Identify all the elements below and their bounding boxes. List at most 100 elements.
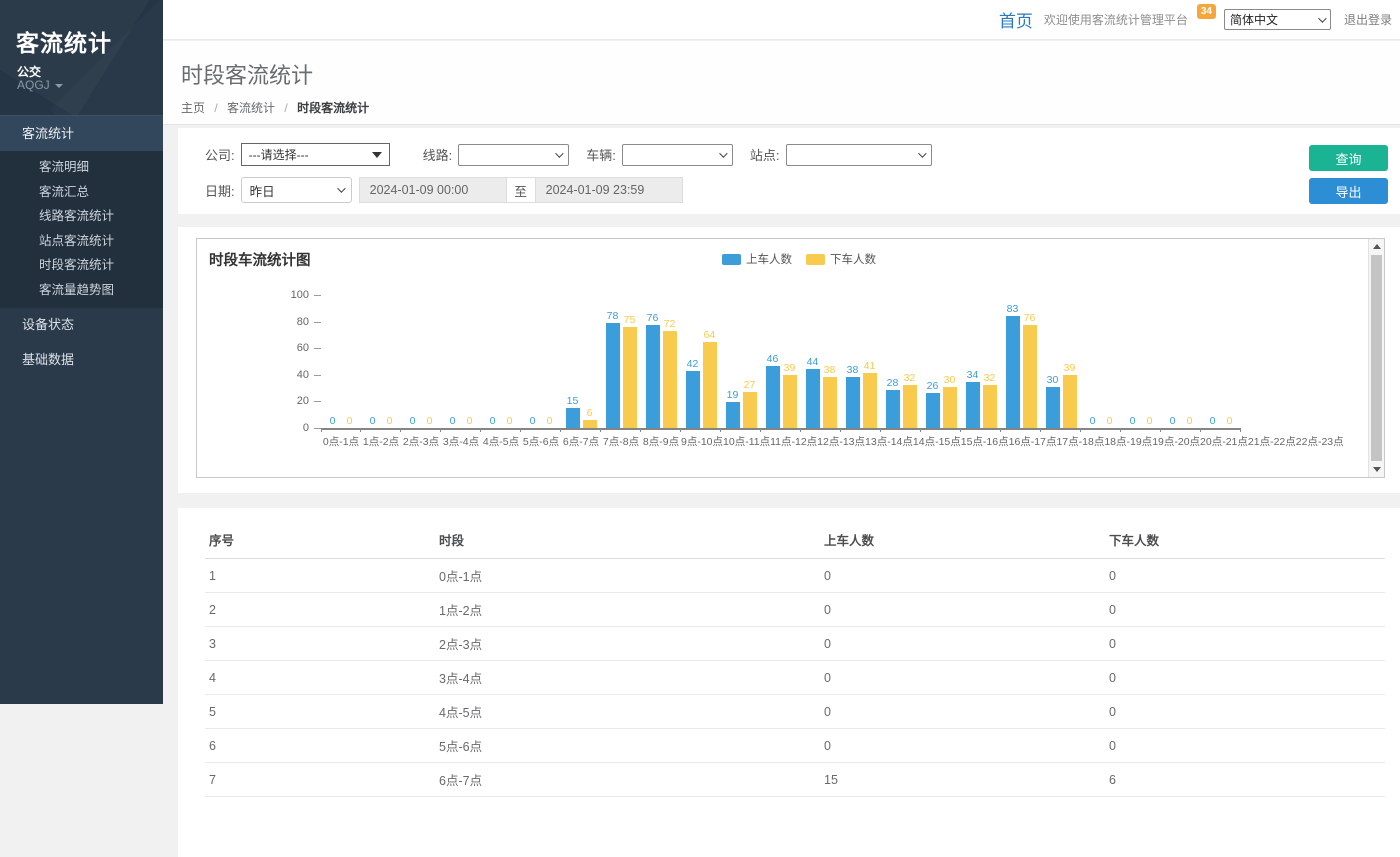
sidebar-subitem-4[interactable]: 时段客流统计 — [0, 253, 163, 278]
sidebar-subitem-1[interactable]: 客流汇总 — [0, 180, 163, 205]
bar-group: 4438 — [801, 295, 841, 428]
bar-value-label: 0 — [347, 416, 353, 427]
sidebar-subitem-2[interactable]: 线路客流统计 — [0, 204, 163, 229]
date-from-input[interactable]: 2024-01-09 00:00 — [359, 177, 507, 203]
vehicle-select[interactable] — [622, 144, 733, 166]
line-select[interactable] — [458, 144, 569, 166]
message-count-badge[interactable]: 34 — [1197, 4, 1216, 19]
sidebar-item-passenger-stats[interactable]: 客流统计 — [0, 115, 163, 151]
breadcrumb-home[interactable]: 主页 — [181, 101, 205, 115]
bar-column: 0 — [423, 295, 437, 428]
bar[interactable] — [943, 387, 957, 428]
bar[interactable] — [566, 408, 580, 428]
bar-group: 00 — [1081, 295, 1121, 428]
export-button[interactable]: 导出 — [1309, 178, 1388, 204]
page-title: 时段客流统计 — [181, 58, 1400, 90]
bar-column: 0 — [1086, 295, 1100, 428]
bar[interactable] — [743, 392, 757, 428]
sidebar-logo-area: 客流统计 公交 AQGJ — [0, 0, 163, 115]
scrollbar-thumb[interactable] — [1371, 255, 1382, 461]
sidebar-item-other-1[interactable]: 基础数据 — [0, 343, 163, 377]
logout-link[interactable]: 退出登录 — [1344, 11, 1392, 28]
bar[interactable] — [966, 382, 980, 428]
legend-item[interactable]: 上车人数 — [722, 251, 792, 267]
x-axis-tick — [841, 428, 881, 432]
table-cell: 3点-4点 — [435, 661, 820, 695]
bar-value-label: 0 — [1210, 416, 1216, 427]
bar-column: 0 — [1166, 295, 1180, 428]
x-axis-tick — [681, 428, 721, 432]
sidebar-subitem-5[interactable]: 客流量趋势图 — [0, 278, 163, 303]
sidebar-subitem-0[interactable]: 客流明细 — [0, 155, 163, 180]
date-label: 日期: — [205, 181, 235, 200]
bar-column: 28 — [886, 295, 900, 428]
x-axis-label: 7点-8点 — [601, 434, 641, 449]
bar[interactable] — [983, 385, 997, 428]
bar[interactable] — [623, 327, 637, 428]
main-content: 公司: ---请选择--- 线路: 车辆: 站点: 日期: — [163, 128, 1400, 704]
bar[interactable] — [583, 420, 597, 428]
bar[interactable] — [926, 393, 940, 428]
date-to-input[interactable]: 2024-01-09 23:59 — [535, 177, 683, 203]
sidebar: 客流统计 公交 AQGJ 客流统计 客流明细客流汇总线路客流统计站点客流统计时段… — [0, 0, 163, 704]
bar[interactable] — [823, 377, 837, 428]
x-axis-label: 2点-3点 — [401, 434, 441, 449]
bar[interactable] — [663, 331, 677, 428]
bar[interactable] — [703, 342, 717, 428]
bar[interactable] — [1006, 316, 1020, 428]
table-cell: 5 — [205, 695, 435, 729]
bar-value-label: 0 — [330, 416, 336, 427]
date-separator: 至 — [507, 177, 535, 203]
bar[interactable] — [863, 373, 877, 428]
sidebar-subitem-3[interactable]: 站点客流统计 — [0, 229, 163, 254]
bar-value-label: 6 — [587, 408, 593, 419]
bar-value-label: 34 — [967, 370, 979, 381]
legend-swatch — [806, 254, 825, 265]
chevron-down-icon — [555, 149, 563, 157]
y-axis-tick — [314, 375, 321, 376]
table-header-cell: 上车人数 — [820, 520, 1105, 559]
breadcrumb-section[interactable]: 客流统计 — [227, 101, 275, 115]
bar[interactable] — [806, 369, 820, 428]
bar[interactable] — [1046, 387, 1060, 428]
legend-item[interactable]: 下车人数 — [806, 251, 876, 267]
chart-vertical-scrollbar[interactable] — [1368, 239, 1384, 477]
company-select[interactable]: ---请选择--- — [241, 143, 390, 166]
bar[interactable] — [686, 371, 700, 428]
home-link[interactable]: 首页 — [999, 7, 1033, 32]
language-select[interactable]: 简体中文 — [1224, 9, 1331, 30]
bar-value-label: 0 — [490, 416, 496, 427]
bar-group: 7672 — [641, 295, 681, 428]
station-select[interactable] — [786, 144, 932, 166]
bar[interactable] — [783, 375, 797, 428]
bar-column: 27 — [743, 295, 757, 428]
bar[interactable] — [846, 377, 860, 428]
bar[interactable] — [1023, 325, 1037, 428]
query-button[interactable]: 查询 — [1309, 145, 1388, 171]
bar[interactable] — [606, 323, 620, 428]
scroll-down-arrow[interactable] — [1369, 462, 1384, 477]
x-axis-tick — [641, 428, 681, 432]
table-row: 10点-1点00 — [205, 559, 1385, 593]
bar-value-label: 0 — [450, 416, 456, 427]
bar-value-label: 78 — [607, 311, 619, 322]
bar-value-label: 0 — [1227, 416, 1233, 427]
bar-column: 76 — [646, 295, 660, 428]
x-axis-label: 6点-7点 — [561, 434, 601, 449]
bar-value-label: 64 — [704, 330, 716, 341]
y-axis-label: 60 — [297, 342, 309, 354]
bar[interactable] — [903, 385, 917, 428]
x-axis-tick — [1201, 428, 1241, 432]
bar-column: 0 — [1143, 295, 1157, 428]
bar[interactable] — [886, 390, 900, 428]
sidebar-item-other-0[interactable]: 设备状态 — [0, 308, 163, 342]
bar[interactable] — [1063, 375, 1077, 428]
org-code-dropdown[interactable]: AQGJ — [17, 78, 63, 92]
bar[interactable] — [646, 325, 660, 428]
y-axis-label: 20 — [297, 395, 309, 407]
bar-value-label: 0 — [410, 416, 416, 427]
scroll-up-arrow[interactable] — [1369, 239, 1384, 254]
bar[interactable] — [726, 402, 740, 428]
bar[interactable] — [766, 366, 780, 428]
date-preset-select[interactable]: 昨日 — [241, 177, 352, 203]
